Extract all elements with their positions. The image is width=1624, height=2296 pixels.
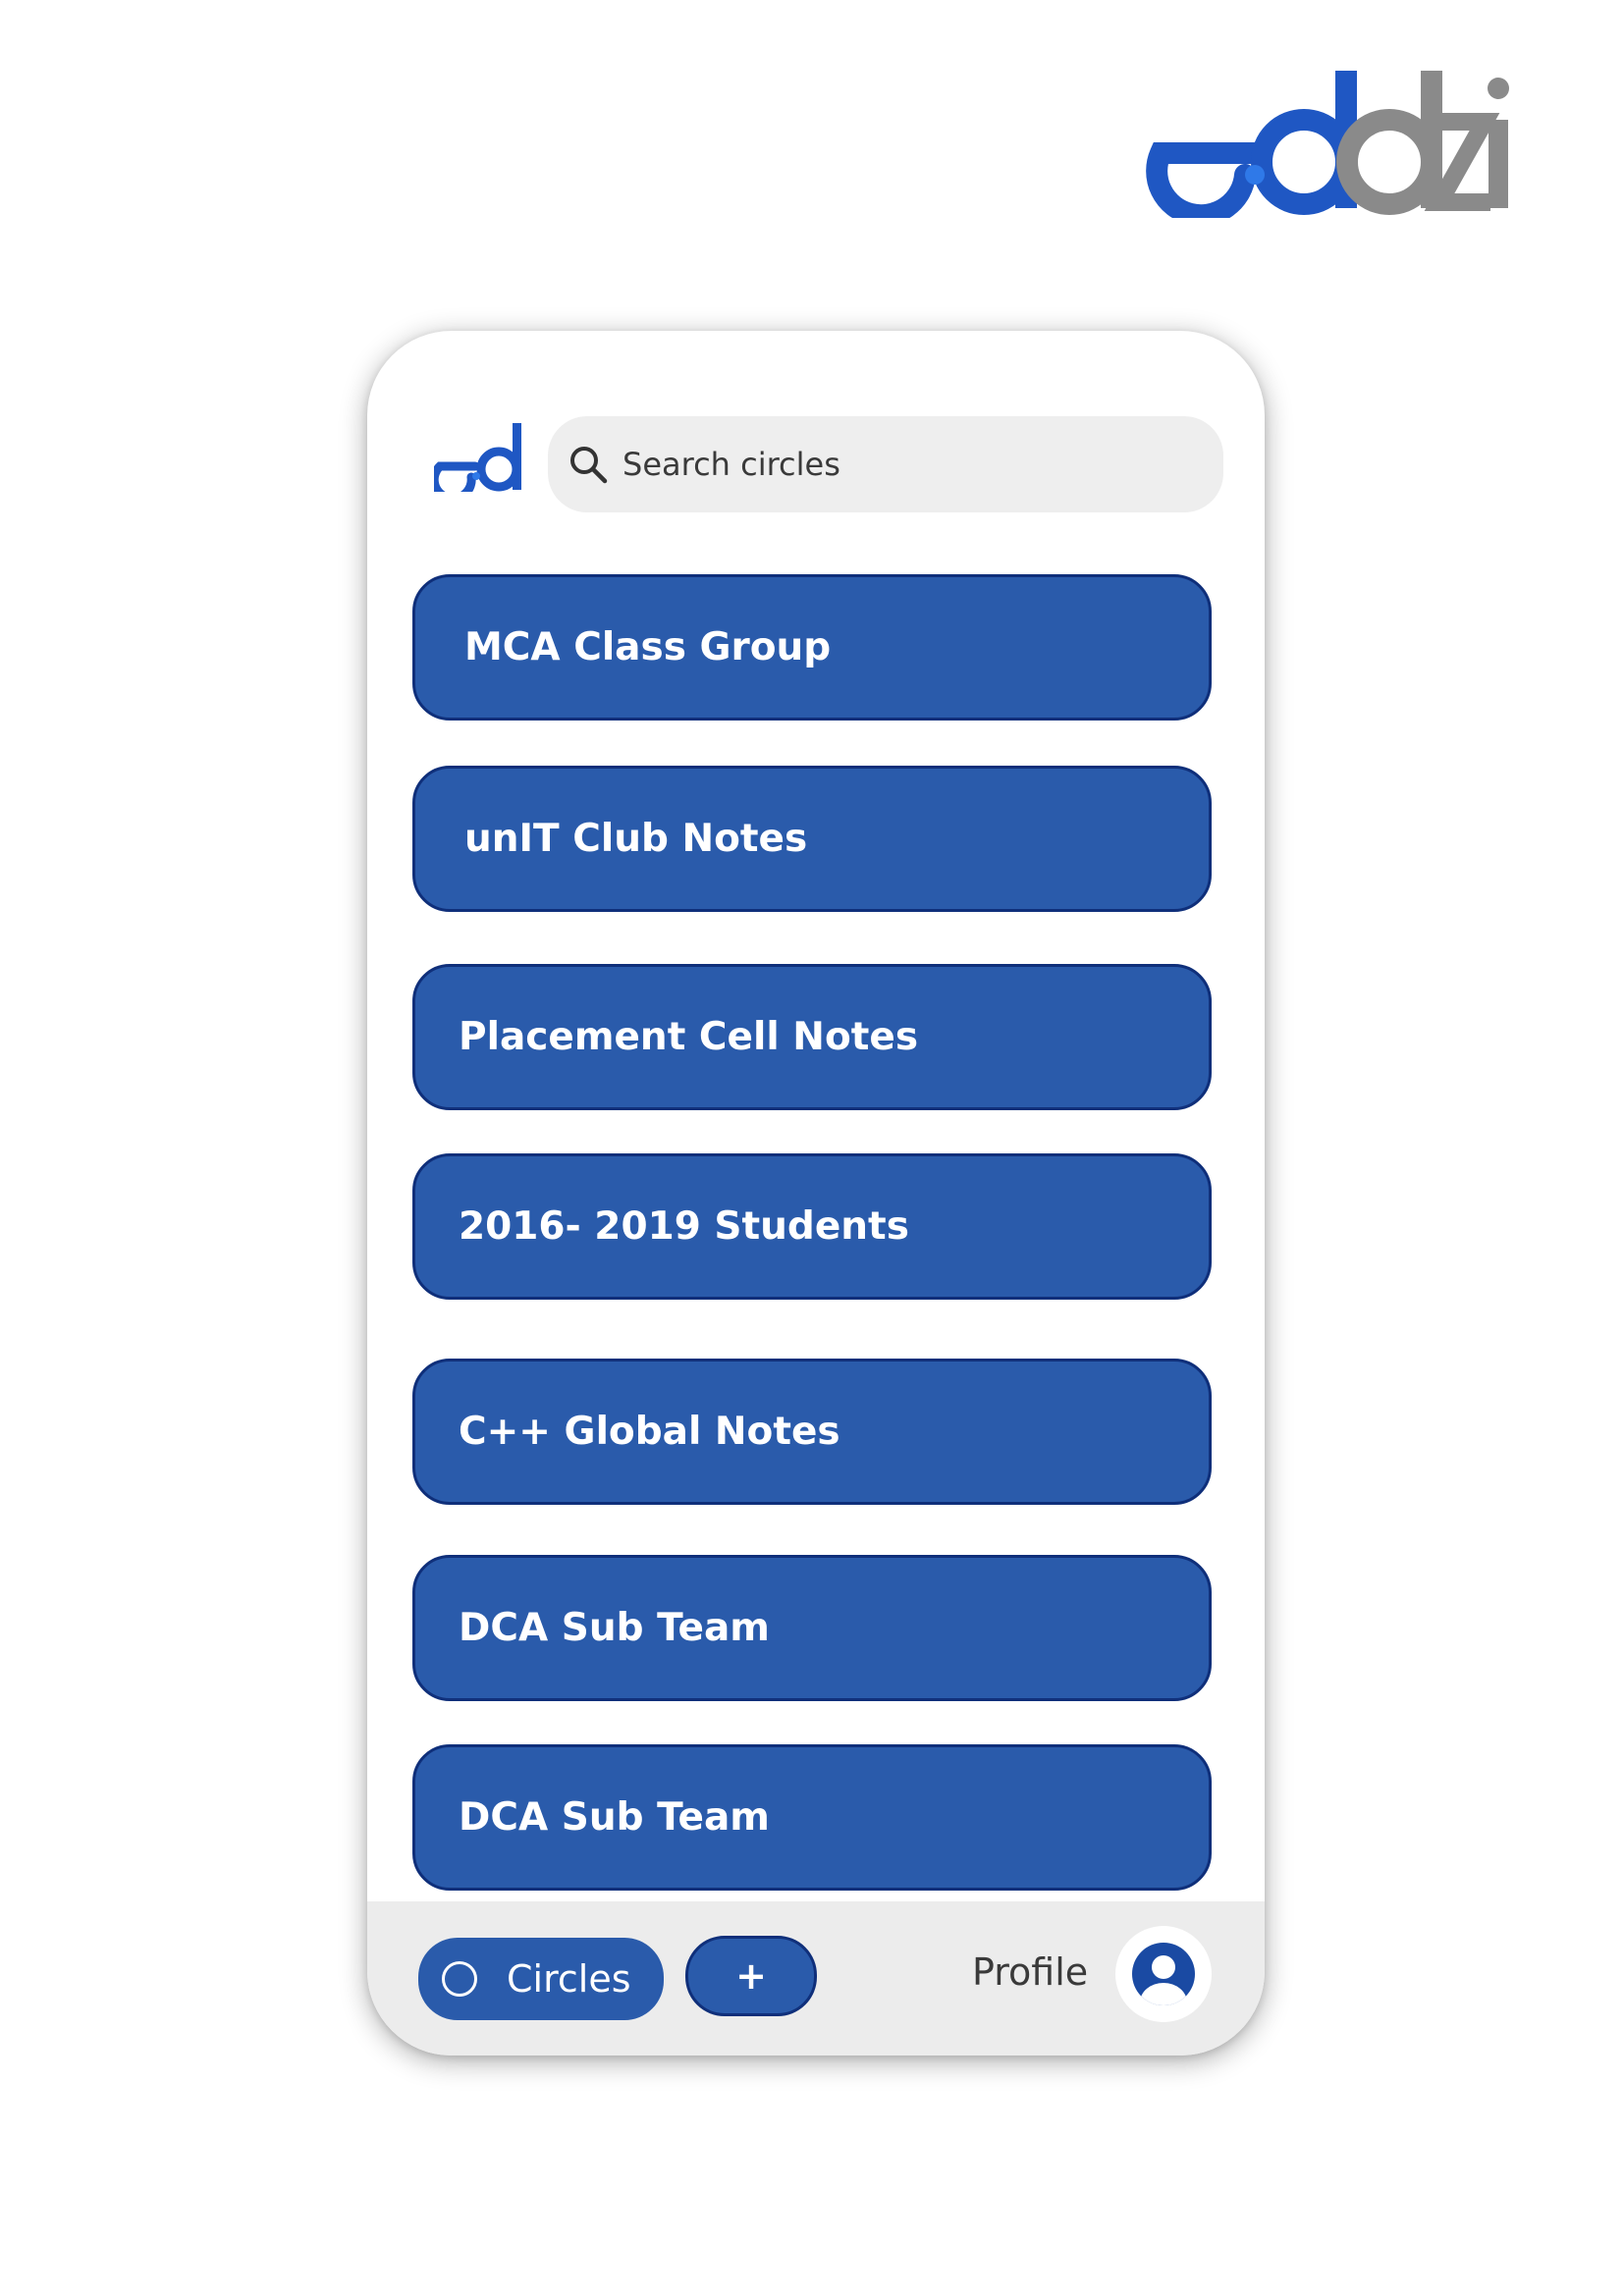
circle-item-unit-club-notes[interactable]: unIT Club Notes [412, 766, 1212, 912]
ed-logo-icon [429, 423, 521, 504]
nav-circles-label: Circles [507, 1957, 631, 2001]
nav-circles-button[interactable]: Circles [418, 1938, 664, 2020]
search-icon[interactable] [568, 444, 609, 485]
circle-item-label: MCA Class Group [464, 625, 832, 669]
circle-item-dca-sub-team[interactable]: DCA Sub Team [412, 1555, 1212, 1701]
circle-item-mca-class-group[interactable]: MCA Class Group [412, 574, 1212, 721]
circle-item-label: 2016- 2019 Students [459, 1204, 909, 1249]
search-bar[interactable]: Search circles [548, 416, 1223, 512]
circle-item-label: DCA Sub Team [459, 1606, 770, 1650]
circle-item-dca-sub-team-2[interactable]: DCA Sub Team [412, 1744, 1212, 1891]
circle-item-label: DCA Sub Team [459, 1795, 770, 1840]
circle-ring-icon [442, 1961, 477, 1997]
user-avatar-icon [1132, 1943, 1195, 2005]
bottom-nav: Circles + Profile [367, 1901, 1265, 2056]
phone-screen: Search circles MCA Class Group unIT Club… [367, 331, 1265, 2056]
brand-logo [1139, 71, 1512, 227]
app-logo [429, 423, 524, 504]
circle-item-cpp-global-notes[interactable]: C++ Global Notes [412, 1359, 1212, 1505]
circle-item-label: unIT Club Notes [464, 817, 808, 861]
eddzi-logo-icon [1146, 71, 1509, 227]
nav-profile-label[interactable]: Profile [972, 1950, 1088, 1994]
circle-item-placement-cell-notes[interactable]: Placement Cell Notes [412, 964, 1212, 1110]
circle-item-2016-2019-students[interactable]: 2016- 2019 Students [412, 1153, 1212, 1300]
circle-item-label: C++ Global Notes [459, 1410, 840, 1454]
circle-item-label: Placement Cell Notes [459, 1015, 919, 1059]
search-input[interactable]: Search circles [623, 446, 840, 483]
profile-avatar[interactable] [1115, 1926, 1212, 2022]
add-circle-button[interactable]: + [685, 1936, 817, 2016]
